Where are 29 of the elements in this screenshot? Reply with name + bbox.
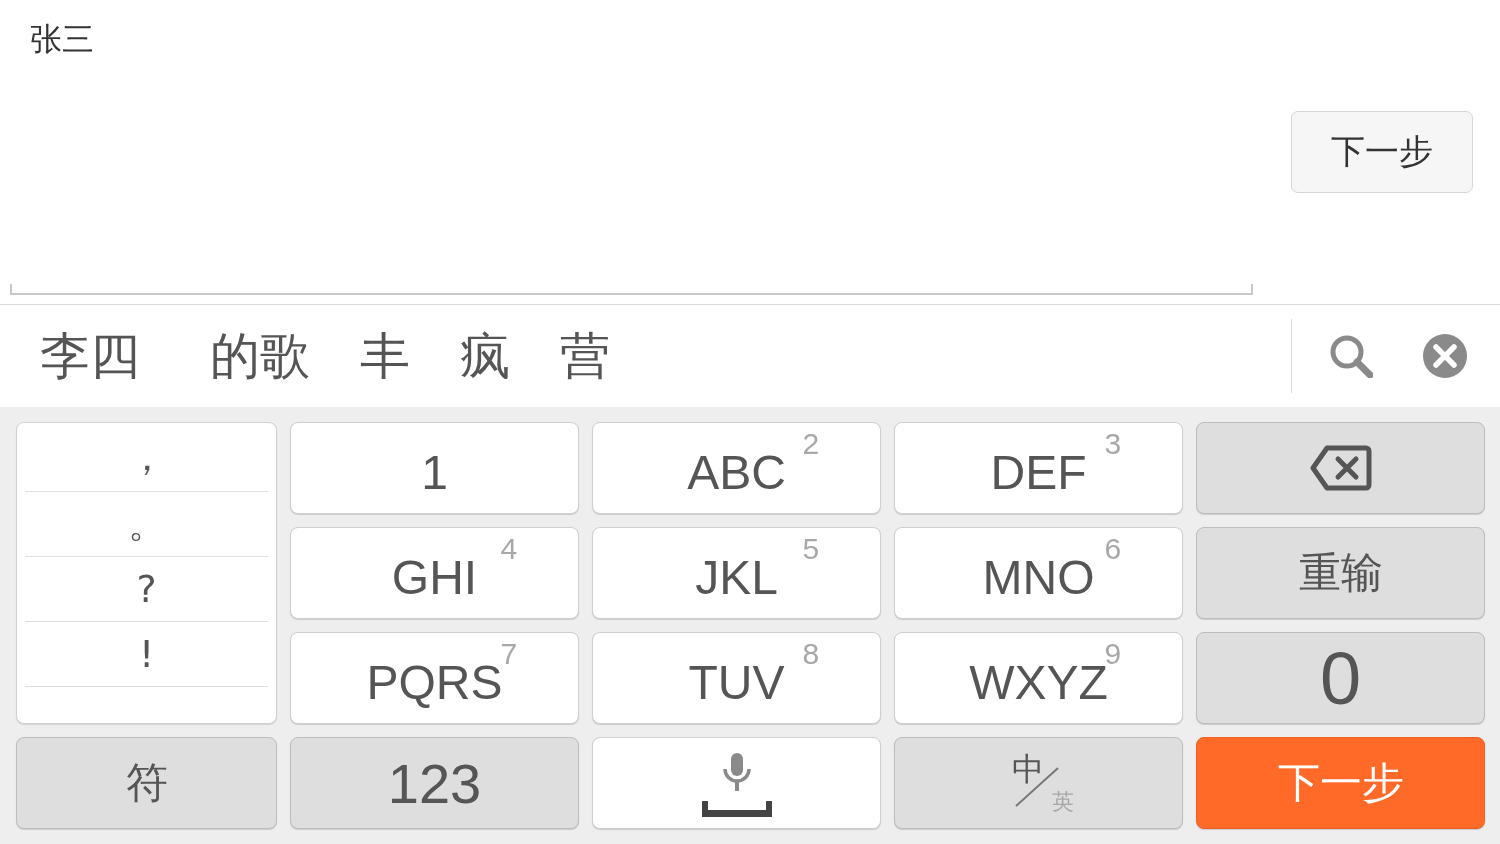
candidate-word[interactable]: 的歌 bbox=[210, 328, 310, 384]
keypad-key[interactable]: DEF 3 bbox=[894, 422, 1183, 514]
keypad-key[interactable]: TUV 8 bbox=[592, 632, 881, 724]
keypad-key[interactable]: MNO 6 bbox=[894, 527, 1183, 619]
mode-key[interactable]: 123 bbox=[290, 737, 579, 829]
punctuation-key[interactable]: 。 bbox=[25, 492, 268, 557]
backspace-key[interactable] bbox=[1196, 422, 1485, 514]
close-icon[interactable] bbox=[1423, 334, 1467, 378]
digit-key[interactable]: 0 bbox=[1196, 632, 1485, 724]
keypad-key[interactable]: ABC 2 bbox=[592, 422, 881, 514]
punctuation-key[interactable]: ? bbox=[25, 557, 268, 622]
candidate-word[interactable]: 李四 bbox=[40, 328, 140, 384]
backspace-icon bbox=[1309, 445, 1372, 491]
space-key[interactable] bbox=[592, 737, 881, 829]
language-option[interactable]: 中 bbox=[1011, 753, 1044, 785]
candidate-word[interactable]: 营 bbox=[560, 328, 610, 384]
search-icon[interactable] bbox=[1329, 334, 1373, 378]
candidate-word[interactable]: 丰 bbox=[360, 328, 410, 384]
punctuation-key[interactable]: ， bbox=[25, 423, 268, 492]
keypad-key[interactable]: 1 bbox=[290, 422, 579, 514]
candidate-word[interactable]: 疯 bbox=[460, 328, 510, 384]
space-bar-icon bbox=[701, 801, 772, 817]
keypad-key[interactable]: JKL 5 bbox=[592, 527, 881, 619]
function-key[interactable]: 重输 bbox=[1196, 527, 1485, 619]
function-key[interactable]: 符 bbox=[16, 737, 277, 829]
punctuation-key[interactable]: ! bbox=[25, 622, 268, 687]
next-button[interactable]: 下一步 bbox=[1291, 111, 1473, 193]
keypad-key[interactable]: GHI 4 bbox=[290, 527, 579, 619]
microphone-icon bbox=[721, 753, 752, 791]
